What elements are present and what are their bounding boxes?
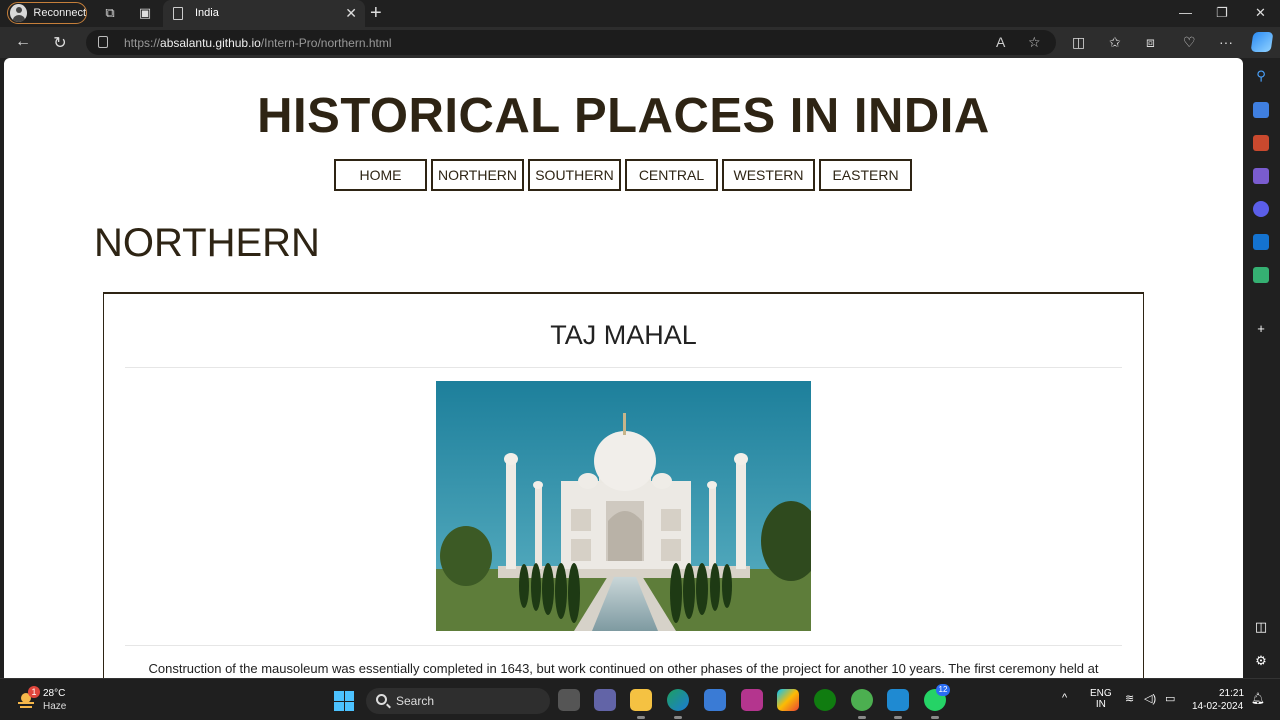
- tab-india[interactable]: India ✕: [163, 0, 365, 27]
- show-hidden-icons[interactable]: ^: [1062, 692, 1067, 704]
- url-text: https://absalantu.github.io/Intern-Pro/n…: [124, 36, 392, 50]
- language-indicator[interactable]: ENG IN: [1090, 688, 1112, 710]
- search-icon[interactable]: ⚲: [1253, 68, 1269, 84]
- taj-mahal-photo: [436, 381, 811, 631]
- search-icon: [376, 694, 387, 705]
- clock-time[interactable]: 21:21: [1219, 688, 1244, 699]
- nav-central[interactable]: CENTRAL: [625, 159, 718, 191]
- minimize-icon[interactable]: —: [1179, 5, 1192, 20]
- section-heading: NORTHERN: [94, 221, 320, 265]
- address-bar[interactable]: https://absalantu.github.io/Intern-Pro/n…: [86, 30, 1056, 55]
- workspaces-icon[interactable]: ⧉: [102, 5, 118, 21]
- vscode-icon[interactable]: [887, 689, 909, 719]
- card-title: TAJ MAHAL: [550, 320, 697, 350]
- restore-icon[interactable]: ❐: [1216, 5, 1228, 21]
- notifications-bell-icon[interactable]: 🔔︎: [1251, 692, 1265, 705]
- wifi-icon[interactable]: ≋: [1125, 692, 1134, 705]
- page-favicon-icon: [173, 7, 183, 20]
- clock-date[interactable]: 14-02-2024: [1192, 701, 1243, 712]
- teams-icon[interactable]: [594, 689, 616, 711]
- weather-badge: 1: [28, 686, 40, 698]
- copilot-icon[interactable]: [1250, 32, 1274, 52]
- reconnect-label: Reconnect: [33, 7, 86, 19]
- card-description: Construction of the mausoleum was essent…: [148, 661, 1099, 676]
- site-title: HISTORICAL PLACES IN INDIA: [257, 89, 990, 143]
- favorite-star-icon[interactable]: ☆: [1028, 34, 1041, 51]
- back-icon[interactable]: ←: [13, 33, 33, 51]
- file-explorer-icon[interactable]: [630, 689, 652, 719]
- windows-start-icon[interactable]: [334, 691, 354, 711]
- task-view-icon[interactable]: [558, 689, 580, 711]
- web-page: HISTORICAL PLACES IN INDIA HOME NORTHERN…: [4, 58, 1243, 678]
- card-divider: [125, 367, 1122, 368]
- taskbar-search[interactable]: Search: [366, 688, 550, 714]
- browser-toolbar: ← ↻ https://absalantu.github.io/Intern-P…: [0, 27, 1280, 58]
- outlook-icon[interactable]: [1253, 234, 1269, 250]
- profile-avatar-icon: [10, 4, 28, 22]
- temperature: 28°C: [43, 688, 66, 699]
- read-aloud-icon[interactable]: A: [996, 34, 1005, 50]
- card-divider: [125, 645, 1122, 646]
- store-icon[interactable]: [704, 689, 726, 711]
- nav-home[interactable]: HOME: [334, 159, 427, 191]
- microsoft-365-icon[interactable]: [1253, 201, 1269, 217]
- play-store-icon[interactable]: [777, 689, 799, 711]
- edge-sidebar: ⚲ + ◫ ⚙: [1243, 58, 1280, 678]
- nav-northern[interactable]: NORTHERN: [431, 159, 524, 191]
- battery-icon[interactable]: ▭: [1165, 692, 1175, 705]
- tab-actions-icon[interactable]: ▣: [137, 5, 153, 21]
- tab-close-icon[interactable]: ✕: [345, 5, 357, 22]
- collections-icon[interactable]: ⧈: [1146, 34, 1155, 51]
- hide-sidebar-icon[interactable]: ◫: [1253, 619, 1269, 635]
- nav-western[interactable]: WESTERN: [722, 159, 815, 191]
- whatsapp-icon[interactable]: 12: [924, 684, 950, 719]
- games-icon[interactable]: [1253, 168, 1269, 184]
- xbox-icon[interactable]: [814, 689, 836, 711]
- volume-icon[interactable]: ◁): [1144, 692, 1156, 705]
- new-tab-icon[interactable]: +: [370, 3, 382, 23]
- nav-southern[interactable]: SOUTHERN: [528, 159, 621, 191]
- utorrent-icon[interactable]: [851, 689, 873, 719]
- reconnect-profile-button[interactable]: Reconnect: [7, 2, 87, 24]
- windows-taskbar: 1 28°C Haze Search 12 ^ ENG IN ≋ ◁) ▭ 21:…: [0, 678, 1280, 720]
- whatsapp-badge: 12: [936, 684, 950, 696]
- browser-essentials-icon[interactable]: ♡: [1183, 34, 1196, 51]
- add-sidebar-app-icon[interactable]: +: [1253, 321, 1269, 337]
- place-card: TAJ MAHAL Construction of the mausoleum …: [103, 292, 1144, 678]
- shopping-icon[interactable]: [1253, 102, 1269, 118]
- more-menu-icon[interactable]: ···: [1219, 34, 1233, 50]
- refresh-icon[interactable]: ↻: [50, 33, 70, 53]
- instagram-icon[interactable]: [741, 689, 763, 711]
- split-screen-icon[interactable]: ◫: [1072, 34, 1085, 51]
- edge-icon[interactable]: [667, 689, 689, 719]
- tab-strip: Reconnect ⧉ ▣ India ✕ + — ❐ ✕: [0, 0, 1280, 27]
- tools-icon[interactable]: [1253, 135, 1269, 151]
- sidebar-settings-icon[interactable]: ⚙: [1253, 653, 1269, 669]
- drop-icon[interactable]: [1253, 267, 1269, 283]
- favorites-icon[interactable]: ✩: [1109, 34, 1121, 51]
- taskbar-search-label: Search: [396, 694, 435, 708]
- nav-eastern[interactable]: EASTERN: [819, 159, 912, 191]
- tab-title: India: [195, 7, 219, 19]
- site-nav: HOME NORTHERN SOUTHERN CENTRAL WESTERN E…: [334, 159, 912, 191]
- weather-condition: Haze: [43, 701, 67, 712]
- site-info-icon[interactable]: [98, 36, 108, 48]
- window-close-icon[interactable]: ✕: [1255, 5, 1266, 21]
